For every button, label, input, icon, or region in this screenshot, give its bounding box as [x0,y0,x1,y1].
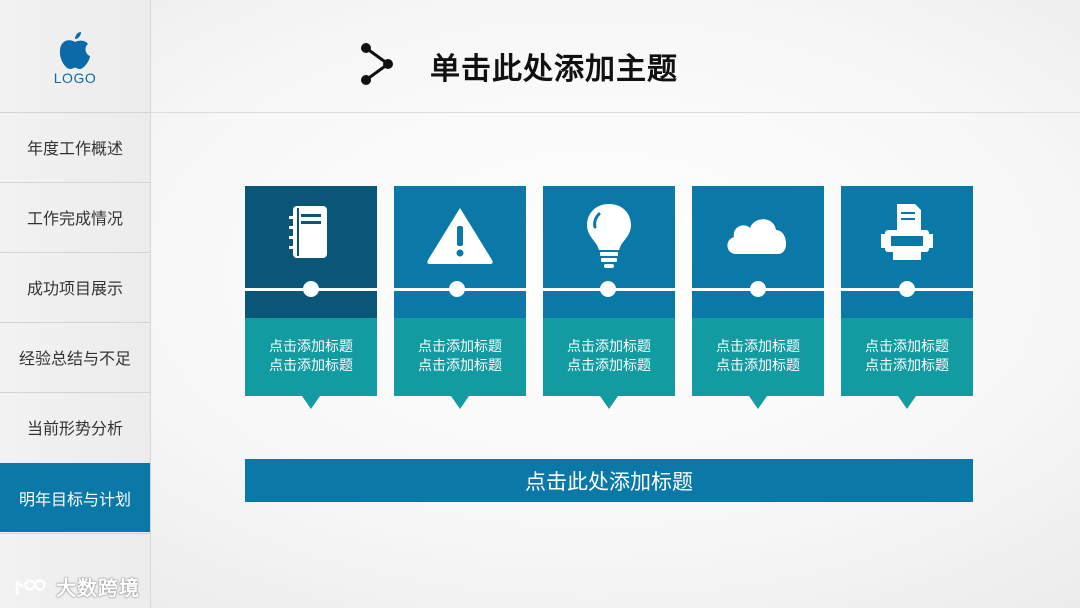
card-pointer [749,396,767,409]
card-icon-panel [841,186,973,318]
card-icon-panel [692,186,824,318]
card-title-line: 点击添加标题 [269,339,353,355]
timeline-dot [303,281,319,297]
sidebar-item-work-completion[interactable]: 工作完成情况 [0,182,150,251]
card-title-line: 点击添加标题 [567,339,651,355]
card-pointer [600,396,618,409]
sidebar-item-experience-summary[interactable]: 经验总结与不足 [0,322,150,391]
card-title-line: 点击添加标题 [269,358,353,374]
card-title-line: 点击添加标题 [716,339,800,355]
card-text-panel: 点击添加标题 点击添加标题 [543,318,675,396]
logo-text: LOGO [53,70,97,86]
card-title-line: 点击添加标题 [418,358,502,374]
sidebar-item-annual-overview[interactable]: 年度工作概述 [0,112,150,181]
bottom-title-bar[interactable]: 点击此处添加标题 [245,459,973,502]
card-title-line: 点击添加标题 [716,358,800,374]
lightbulb-icon [587,204,631,268]
logo: LOGO [0,0,150,112]
watermark-text: 大数跨境 [55,576,140,600]
sidebar-item-situation-analysis[interactable]: 当前形势分析 [0,392,150,461]
notebook-icon [289,206,327,258]
watermark: 大数跨境 [14,572,140,601]
timeline-dot [600,281,616,297]
sidebar: LOGO 年度工作概述 工作完成情况 成功项目展示 经验总结与不足 当前形势分析… [0,0,151,608]
card-icon-panel [245,186,377,318]
printer-icon [881,204,933,260]
card-text-panel: 点击添加标题 点击添加标题 [692,318,824,396]
card-pointer [898,396,916,409]
card-icon-panel [394,186,526,318]
page-title[interactable]: 单击此处添加主题 [430,44,678,88]
sidebar-divider [0,533,150,534]
card-text-panel: 点击添加标题 点击添加标题 [245,318,377,396]
card-title-line: 点击添加标题 [865,339,949,355]
timeline-dot [449,281,465,297]
card-text-panel: 点击添加标题 点击添加标题 [394,318,526,396]
share-icon [361,43,393,85]
timeline-dot [750,281,766,297]
card-pointer [302,396,320,409]
warning-icon [427,208,493,264]
sidebar-item-goals-plan[interactable]: 明年目标与计划 [0,463,150,532]
card-pointer [451,396,469,409]
sidebar-item-project-showcase[interactable]: 成功项目展示 [0,252,150,321]
timeline-dot [899,281,915,297]
card-title-line: 点击添加标题 [418,339,502,355]
cloud-icon [727,219,787,254]
apple-logo-icon [59,32,90,69]
card-title-line: 点击添加标题 [865,358,949,374]
card-title-line: 点击添加标题 [567,358,651,374]
header-divider [150,112,1080,113]
card-text-panel: 点击添加标题 点击添加标题 [841,318,973,396]
card-icon-panel [543,186,675,318]
watermark-logo-icon [15,579,46,595]
